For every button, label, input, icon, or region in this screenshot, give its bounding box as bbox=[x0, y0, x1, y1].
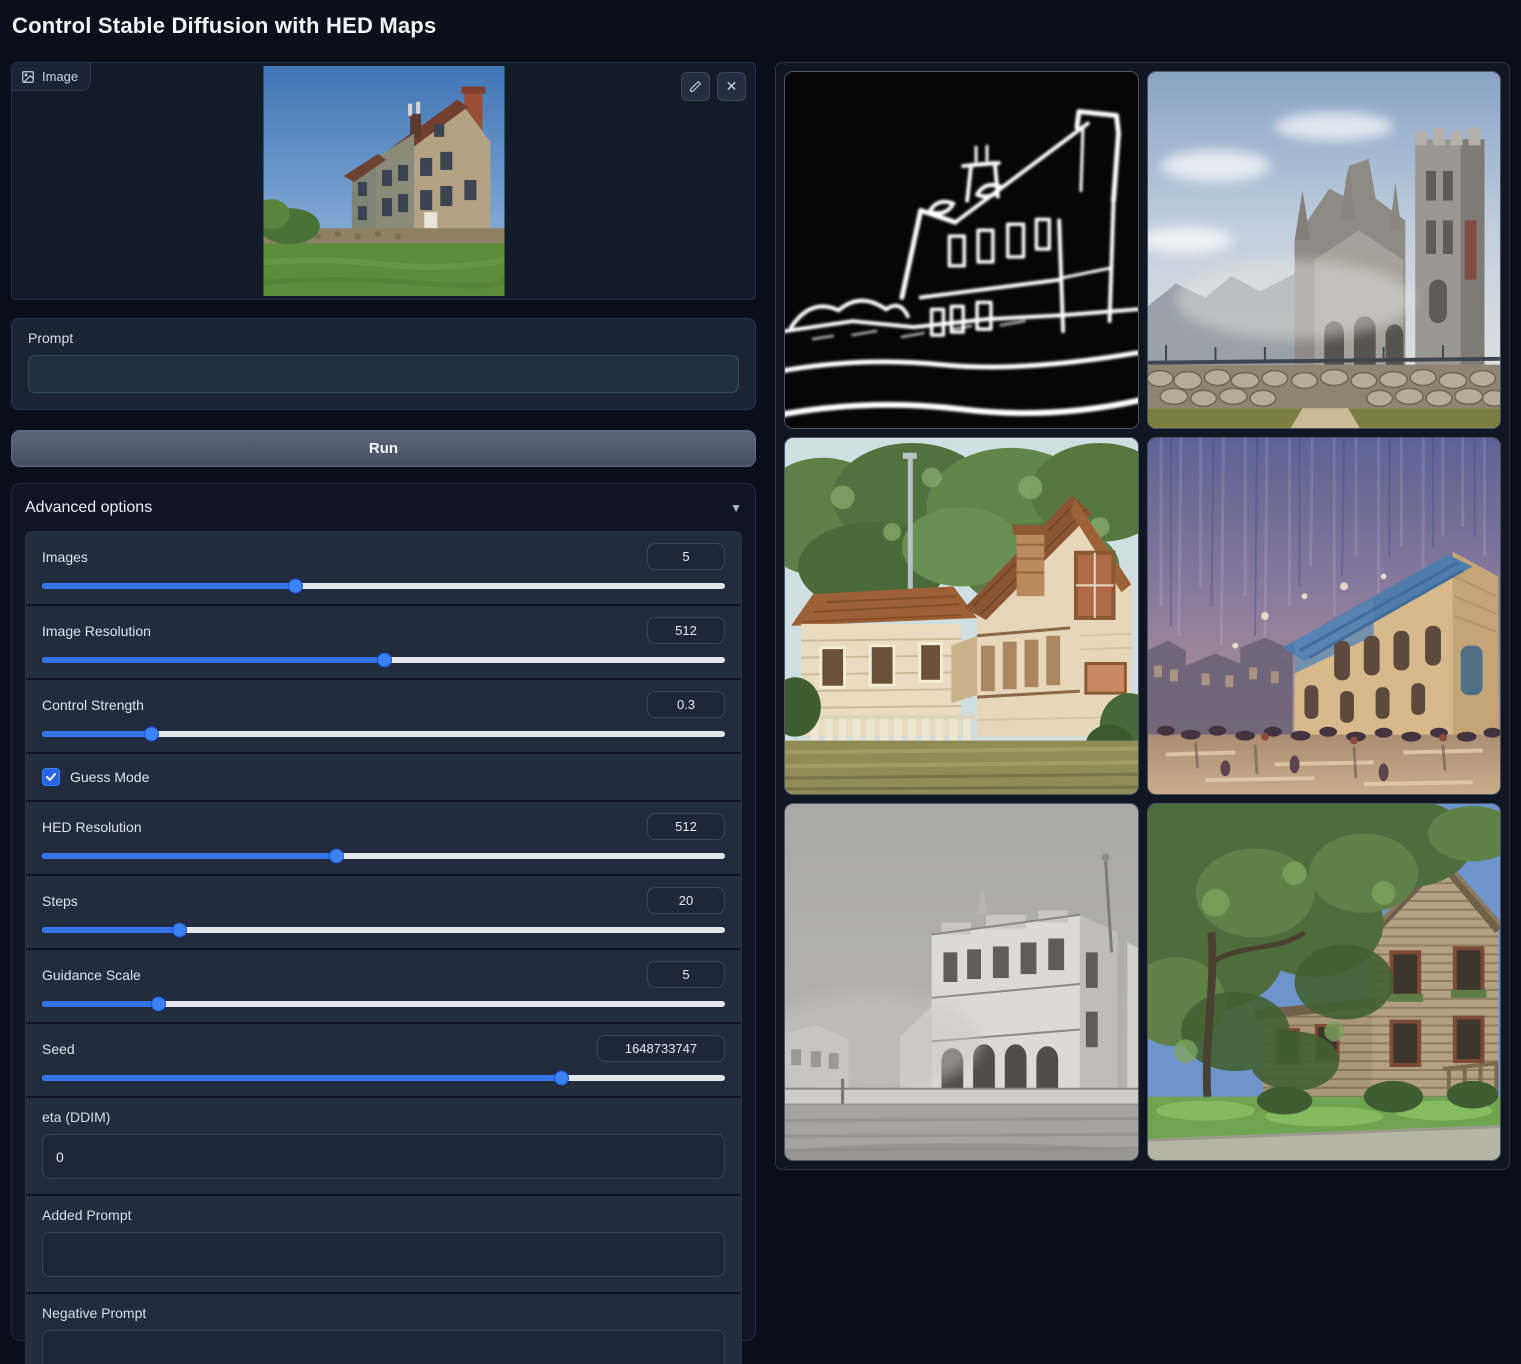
slider-handle[interactable] bbox=[288, 579, 303, 594]
negative-prompt-row: Negative Prompt bbox=[26, 1292, 741, 1364]
prompt-input[interactable] bbox=[28, 355, 739, 393]
eta-row: eta (DDIM) bbox=[26, 1096, 741, 1194]
slider-handle[interactable] bbox=[554, 1071, 569, 1086]
image-input-panel[interactable]: Image ✕ bbox=[11, 62, 756, 300]
slider-handle[interactable] bbox=[377, 653, 392, 668]
guess-mode-label: Guess Mode bbox=[70, 769, 149, 785]
output-gallery bbox=[775, 62, 1510, 1170]
slider-handle[interactable] bbox=[172, 923, 187, 938]
negative-prompt-label: Negative Prompt bbox=[42, 1305, 725, 1321]
image-resolution-label: Image Resolution bbox=[42, 623, 151, 639]
slider-handle[interactable] bbox=[329, 849, 344, 864]
checkbox-checked-icon bbox=[42, 768, 60, 786]
images-slider-row: Images bbox=[26, 532, 741, 604]
edit-image-button[interactable] bbox=[681, 72, 710, 101]
slider-handle[interactable] bbox=[144, 727, 159, 742]
negative-prompt-input[interactable] bbox=[42, 1330, 725, 1364]
gallery-item-black-white-building[interactable] bbox=[784, 803, 1139, 1161]
steps-label: Steps bbox=[42, 893, 78, 909]
close-icon: ✕ bbox=[726, 78, 738, 95]
gallery-item-impressionist-building[interactable] bbox=[1147, 437, 1502, 795]
advanced-options-accordion: Advanced options ▼ Images Image Resoluti… bbox=[11, 483, 756, 1341]
gallery-item-victorian-house-painting[interactable] bbox=[784, 437, 1139, 795]
control-strength-slider-row: Control Strength bbox=[26, 678, 741, 752]
prompt-panel: Prompt bbox=[11, 318, 756, 410]
advanced-options-title: Advanced options bbox=[25, 499, 152, 517]
added-prompt-row: Added Prompt bbox=[26, 1194, 741, 1292]
seed-slider-row: Seed bbox=[26, 1022, 741, 1096]
chevron-down-icon: ▼ bbox=[730, 501, 742, 515]
guidance-scale-value-input[interactable] bbox=[647, 961, 725, 988]
pencil-icon bbox=[689, 80, 702, 93]
added-prompt-input[interactable] bbox=[42, 1232, 725, 1277]
image-input-label: Image bbox=[42, 69, 78, 84]
guess-mode-checkbox[interactable]: Guess Mode bbox=[26, 752, 741, 800]
advanced-options-header[interactable]: Advanced options ▼ bbox=[25, 484, 742, 531]
page-title: Control Stable Diffusion with HED Maps bbox=[12, 13, 436, 39]
image-resolution-value-input[interactable] bbox=[647, 617, 725, 644]
image-resolution-slider[interactable] bbox=[42, 657, 725, 663]
images-value-input[interactable] bbox=[647, 543, 725, 570]
advanced-options-form: Images Image Resolution Control Strength bbox=[25, 531, 742, 1364]
image-input-label-chip: Image bbox=[12, 63, 91, 91]
guidance-scale-label: Guidance Scale bbox=[42, 967, 141, 983]
steps-slider[interactable] bbox=[42, 927, 725, 933]
hed-resolution-value-input[interactable] bbox=[647, 813, 725, 840]
added-prompt-label: Added Prompt bbox=[42, 1207, 725, 1223]
eta-input[interactable] bbox=[42, 1134, 725, 1179]
slider-handle[interactable] bbox=[151, 997, 166, 1012]
uploaded-house-photo[interactable] bbox=[263, 66, 504, 296]
image-icon bbox=[21, 70, 35, 84]
control-strength-value-input[interactable] bbox=[647, 691, 725, 718]
eta-label: eta (DDIM) bbox=[42, 1109, 725, 1125]
seed-label: Seed bbox=[42, 1041, 75, 1057]
clear-image-button[interactable]: ✕ bbox=[717, 72, 746, 101]
images-slider[interactable] bbox=[42, 583, 725, 589]
hed-resolution-slider-row: HED Resolution bbox=[26, 800, 741, 874]
run-button[interactable]: Run bbox=[11, 430, 756, 467]
prompt-label: Prompt bbox=[28, 330, 739, 346]
control-strength-slider[interactable] bbox=[42, 731, 725, 737]
control-strength-label: Control Strength bbox=[42, 697, 144, 713]
gallery-item-hed-edge-map[interactable] bbox=[784, 71, 1139, 429]
guidance-scale-slider-row: Guidance Scale bbox=[26, 948, 741, 1022]
seed-slider[interactable] bbox=[42, 1075, 725, 1081]
seed-value-input[interactable] bbox=[597, 1035, 725, 1062]
steps-slider-row: Steps bbox=[26, 874, 741, 948]
guidance-scale-slider[interactable] bbox=[42, 1001, 725, 1007]
image-resolution-slider-row: Image Resolution bbox=[26, 604, 741, 678]
hed-resolution-slider[interactable] bbox=[42, 853, 725, 859]
gallery-item-wooden-house-with-trees[interactable] bbox=[1147, 803, 1502, 1161]
images-label: Images bbox=[42, 549, 88, 565]
app-window: Control Stable Diffusion with HED Maps I… bbox=[0, 0, 1521, 1364]
hed-resolution-label: HED Resolution bbox=[42, 819, 142, 835]
gallery-item-stone-cathedral[interactable] bbox=[1147, 71, 1502, 429]
steps-value-input[interactable] bbox=[647, 887, 725, 914]
